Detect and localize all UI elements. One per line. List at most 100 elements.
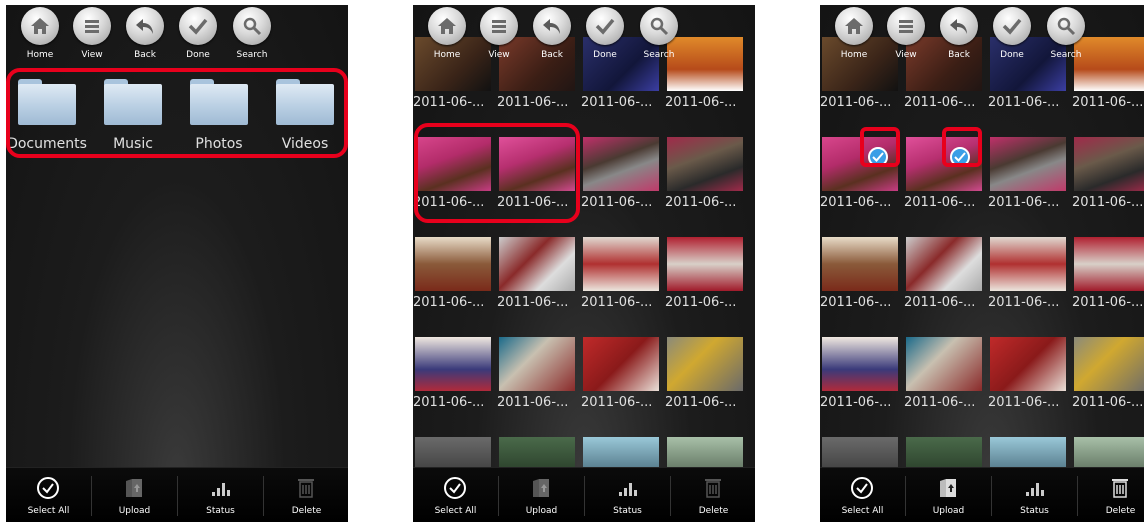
delete-label: Delete <box>1105 506 1136 516</box>
view-list-icon <box>480 7 518 45</box>
photo-label: 2011-06-... <box>988 195 1060 210</box>
highlight-box <box>942 127 982 167</box>
photo-cell[interactable]: 2011-06-... <box>581 337 661 425</box>
status-bars-icon <box>1026 483 1044 496</box>
home-label: Home <box>840 50 868 60</box>
photo-cell[interactable]: 2011-06-... <box>820 237 900 325</box>
delete-button[interactable]: Delete <box>264 468 348 522</box>
photo-cell[interactable]: 2011-06-... <box>1072 137 1144 225</box>
photo-label: 2011-06-... <box>665 195 737 210</box>
photo-label: 2011-06-... <box>413 95 485 110</box>
photo-label: 2011-06-... <box>665 95 737 110</box>
select-all-label: Select All <box>841 506 884 516</box>
photo-cell[interactable]: 2011-06-... <box>665 337 745 425</box>
photo-label: 2011-06-... <box>497 295 569 310</box>
top-toolbar: Home View Back Done Search <box>413 5 755 67</box>
done-button[interactable]: Done <box>171 7 225 67</box>
search-button[interactable]: Search <box>225 7 279 67</box>
photo-label: 2011-06-... <box>1072 395 1144 410</box>
highlight-box <box>860 127 900 167</box>
select-all-check-icon <box>444 477 466 499</box>
photo-label: 2011-06-... <box>665 295 737 310</box>
photo-cell[interactable]: 2011-06-... <box>820 337 900 425</box>
upload-icon <box>533 479 549 497</box>
upload-label: Upload <box>118 506 151 516</box>
delete-button[interactable]: Delete <box>1078 468 1144 522</box>
done-check-icon <box>993 7 1031 45</box>
back-button[interactable]: Back <box>525 7 579 67</box>
view-label: View <box>895 50 917 60</box>
photo-cell[interactable]: 2011-06-... <box>497 237 577 325</box>
search-button[interactable]: Search <box>632 7 686 67</box>
status-bars-icon <box>212 483 230 496</box>
status-label: Status <box>1020 506 1049 516</box>
select-all-label: Select All <box>434 506 477 516</box>
back-label: Back <box>541 50 563 60</box>
delete-trash-icon <box>298 479 314 498</box>
home-icon <box>428 7 466 45</box>
delete-button[interactable]: Delete <box>671 468 755 522</box>
photo-cell[interactable]: 2011-06-... <box>665 137 745 225</box>
photo-cell[interactable]: 2011-06-... <box>1072 337 1144 425</box>
photo-label: 2011-06-... <box>988 95 1060 110</box>
home-button[interactable]: Home <box>13 7 67 67</box>
status-bars-icon <box>619 483 637 496</box>
view-button[interactable]: View <box>65 7 119 67</box>
status-button[interactable]: Status <box>585 468 670 522</box>
screen-folders: Home View Back Done Search Documents Mus… <box>6 5 348 522</box>
back-button[interactable]: Back <box>118 7 172 67</box>
photo-label: 2011-06-... <box>1072 95 1144 110</box>
view-button[interactable]: View <box>472 7 526 67</box>
photo-cell[interactable]: 2011-06-... <box>988 237 1068 325</box>
done-label: Done <box>593 50 617 60</box>
photo-cell[interactable]: 2011-06-... <box>665 237 745 325</box>
photo-label: 2011-06-... <box>581 195 653 210</box>
photo-label: 2011-06-... <box>497 395 569 410</box>
upload-button[interactable]: Upload <box>906 468 991 522</box>
photo-label: 2011-06-... <box>413 295 485 310</box>
view-list-icon <box>73 7 111 45</box>
search-label: Search <box>643 50 675 60</box>
done-label: Done <box>186 50 210 60</box>
highlight-box <box>414 123 580 223</box>
photo-cell[interactable]: 2011-06-... <box>581 237 661 325</box>
photo-cell[interactable]: 2011-06-... <box>413 337 493 425</box>
photo-cell[interactable]: 2011-06-... <box>413 237 493 325</box>
view-label: View <box>81 50 103 60</box>
home-button[interactable]: Home <box>827 7 881 67</box>
photo-cell[interactable]: 2011-06-... <box>904 237 984 325</box>
delete-label: Delete <box>291 506 322 516</box>
back-button[interactable]: Back <box>932 7 986 67</box>
upload-button[interactable]: Upload <box>92 468 177 522</box>
select-all-button[interactable]: Select All <box>6 468 91 522</box>
done-button[interactable]: Done <box>985 7 1039 67</box>
photo-cell[interactable]: 2011-06-... <box>1072 237 1144 325</box>
bottom-action-bar: Select All Upload Status Delete <box>413 467 755 522</box>
photo-label: 2011-06-... <box>820 195 892 210</box>
photo-label: 2011-06-... <box>904 195 976 210</box>
photo-cell[interactable]: 2011-06-... <box>581 137 661 225</box>
back-label: Back <box>134 50 156 60</box>
home-button[interactable]: Home <box>420 7 474 67</box>
status-button[interactable]: Status <box>178 468 263 522</box>
photo-cell[interactable]: 2011-06-... <box>904 337 984 425</box>
select-all-button[interactable]: Select All <box>820 468 905 522</box>
home-icon <box>835 7 873 45</box>
photo-label: 2011-06-... <box>988 295 1060 310</box>
photo-cell[interactable]: 2011-06-... <box>988 337 1068 425</box>
done-label: Done <box>1000 50 1024 60</box>
select-all-button[interactable]: Select All <box>413 468 498 522</box>
top-toolbar: Home View Back Done Search <box>820 5 1144 67</box>
done-button[interactable]: Done <box>578 7 632 67</box>
upload-button[interactable]: Upload <box>499 468 584 522</box>
bottom-action-bar: Select All Upload Status Delete <box>6 467 348 522</box>
status-button[interactable]: Status <box>992 468 1077 522</box>
done-check-icon <box>586 7 624 45</box>
photo-cell[interactable]: 2011-06-... <box>988 137 1068 225</box>
photo-label: 2011-06-... <box>988 395 1060 410</box>
photo-label: 2011-06-... <box>497 95 569 110</box>
status-label: Status <box>613 506 642 516</box>
view-button[interactable]: View <box>879 7 933 67</box>
search-button[interactable]: Search <box>1039 7 1093 67</box>
photo-cell[interactable]: 2011-06-... <box>497 337 577 425</box>
